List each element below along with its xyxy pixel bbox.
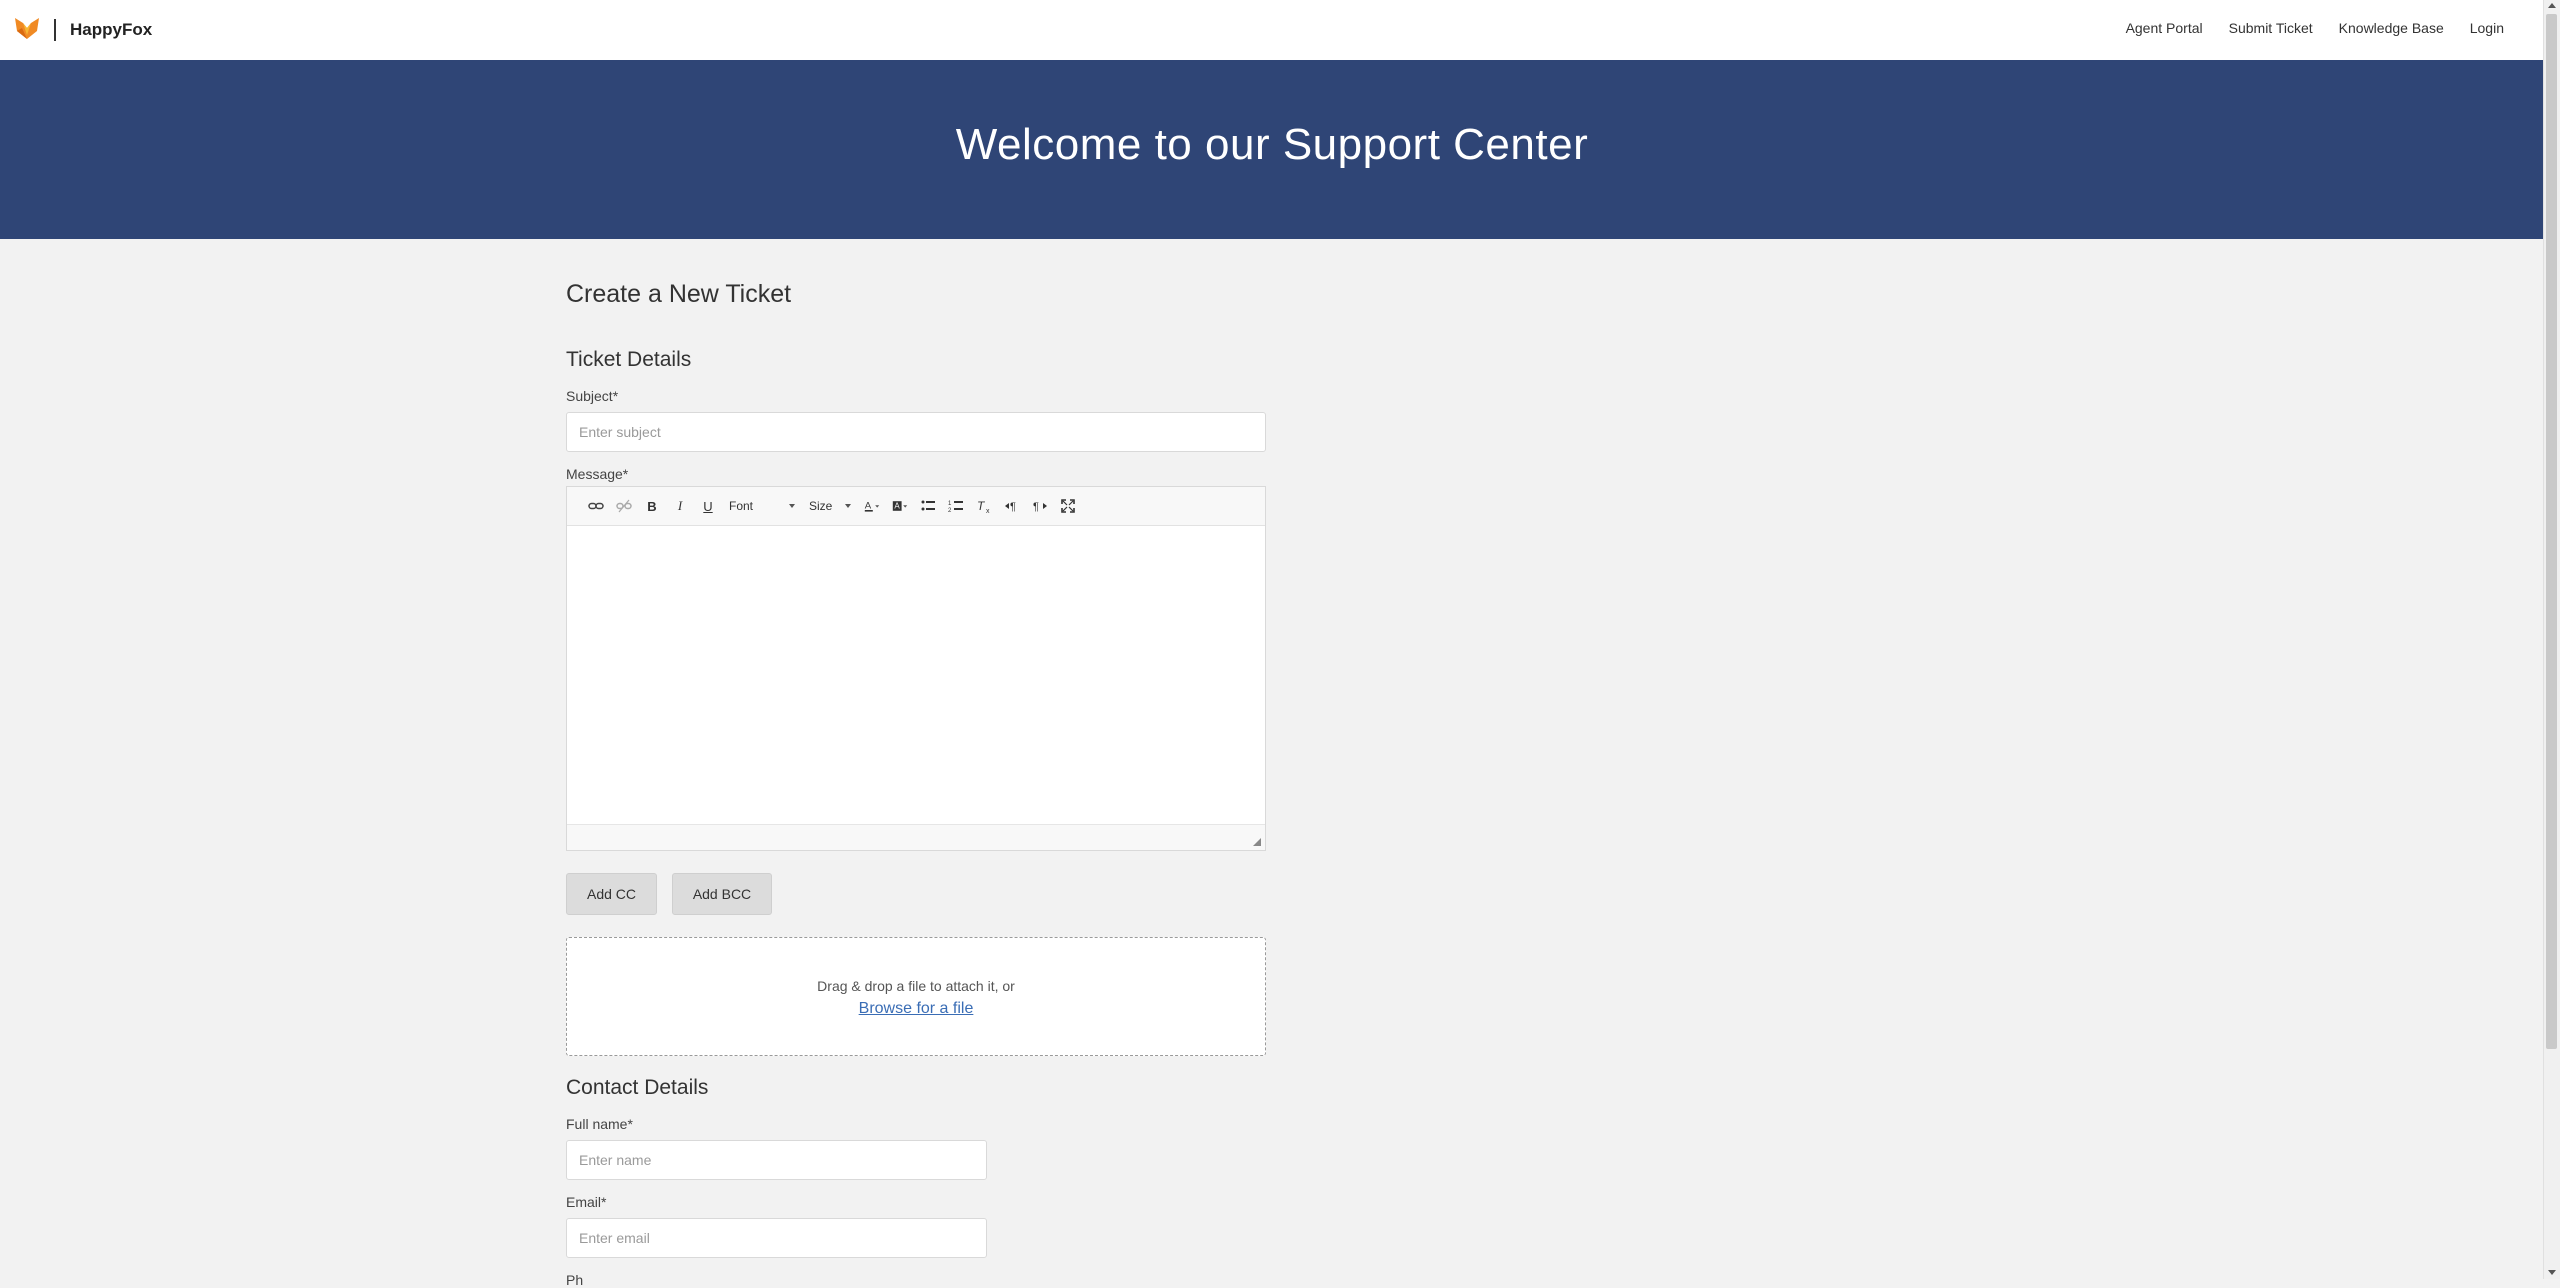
editor-footer <box>567 824 1265 850</box>
add-cc-button[interactable]: Add CC <box>566 873 657 915</box>
font-select-label: Font <box>729 499 754 513</box>
happyfox-logo-icon <box>14 15 40 46</box>
add-bcc-button[interactable]: Add BCC <box>672 873 772 915</box>
editor-toolbar: B I U Font Size A A 12 Tx ¶ ¶ <box>567 487 1265 526</box>
bold-button[interactable]: B <box>641 495 663 517</box>
contact-details-heading: Contact Details <box>566 1076 709 1099</box>
link-icon[interactable] <box>585 495 607 517</box>
unlink-icon[interactable] <box>613 495 635 517</box>
background-color-icon[interactable]: A <box>889 495 911 517</box>
scroll-down-icon[interactable] <box>2548 1270 2556 1275</box>
nav-agent-portal[interactable]: Agent Portal <box>2126 20 2203 36</box>
full-name-label: Full name* <box>566 1116 633 1132</box>
brand-name: HappyFox <box>70 20 153 39</box>
nav-login[interactable]: Login <box>2470 20 2504 36</box>
subject-input[interactable] <box>566 412 1266 452</box>
svg-text:x: x <box>986 508 990 514</box>
message-editor: B I U Font Size A A 12 Tx ¶ ¶ <box>566 486 1266 851</box>
top-nav: Agent Portal Submit Ticket Knowledge Bas… <box>2126 20 2504 36</box>
ticket-details-heading: Ticket Details <box>566 348 692 371</box>
rtl-direction-icon[interactable]: ¶ <box>1029 495 1051 517</box>
top-navbar: HappyFox Agent Portal Submit Ticket Know… <box>0 0 2544 61</box>
brand[interactable]: HappyFox <box>14 16 152 44</box>
bulleted-list-icon[interactable] <box>917 495 939 517</box>
hero-title: Welcome to our Support Center <box>955 120 1589 169</box>
phone-label: Ph <box>566 1272 584 1288</box>
svg-text:2: 2 <box>948 508 952 514</box>
full-name-input[interactable] <box>566 1140 987 1180</box>
svg-text:A: A <box>894 501 900 510</box>
hero-banner: Welcome to our Support Center <box>0 60 2544 239</box>
svg-text:¶: ¶ <box>1033 501 1039 513</box>
nav-submit-ticket[interactable]: Submit Ticket <box>2229 20 2313 36</box>
chevron-down-icon <box>845 504 851 508</box>
browse-file-link[interactable]: Browse for a file <box>859 1000 974 1018</box>
page-title: Create a New Ticket <box>566 280 792 308</box>
ltr-direction-icon[interactable]: ¶ <box>1001 495 1023 517</box>
size-select-label: Size <box>809 499 833 513</box>
svg-text:T: T <box>977 499 986 513</box>
chevron-down-icon <box>789 504 795 508</box>
resize-handle-icon[interactable] <box>1253 838 1261 846</box>
svg-text:A: A <box>865 500 872 511</box>
italic-button[interactable]: I <box>669 495 691 517</box>
message-label: Message* <box>566 466 629 482</box>
svg-text:¶: ¶ <box>1010 501 1016 513</box>
svg-text:1: 1 <box>948 501 952 507</box>
text-color-icon[interactable]: A <box>861 495 883 517</box>
size-select[interactable]: Size <box>805 495 855 517</box>
dropzone-text: Drag & drop a file to attach it, or <box>817 978 1015 994</box>
underline-button[interactable]: U <box>697 495 719 517</box>
email-label: Email* <box>566 1194 607 1210</box>
scrollbar-thumb[interactable] <box>2546 14 2557 1049</box>
scroll-up-icon[interactable] <box>2548 3 2556 8</box>
clear-formatting-icon[interactable]: Tx <box>973 495 995 517</box>
message-textarea[interactable] <box>567 525 1265 825</box>
brand-separator <box>54 19 56 41</box>
file-dropzone[interactable]: Drag & drop a file to attach it, or Brow… <box>566 937 1266 1056</box>
page-scrollbar[interactable] <box>2543 0 2560 1279</box>
maximize-icon[interactable] <box>1057 495 1079 517</box>
nav-knowledge-base[interactable]: Knowledge Base <box>2339 20 2444 36</box>
email-input[interactable] <box>566 1218 987 1258</box>
subject-label: Subject* <box>566 388 619 404</box>
font-select[interactable]: Font <box>725 495 799 517</box>
numbered-list-icon[interactable]: 12 <box>945 495 967 517</box>
